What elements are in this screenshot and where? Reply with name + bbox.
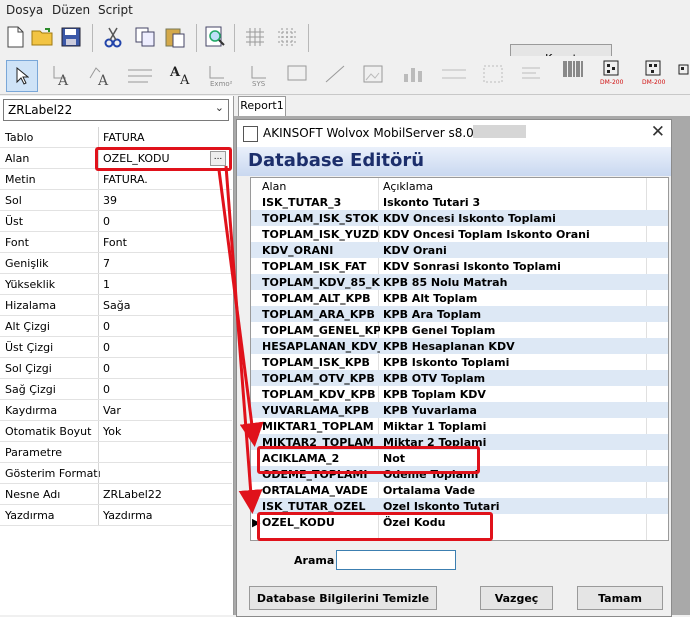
annotation-arrows — [217, 165, 264, 514]
arrow-to-ozel-kodu — [224, 165, 263, 514]
